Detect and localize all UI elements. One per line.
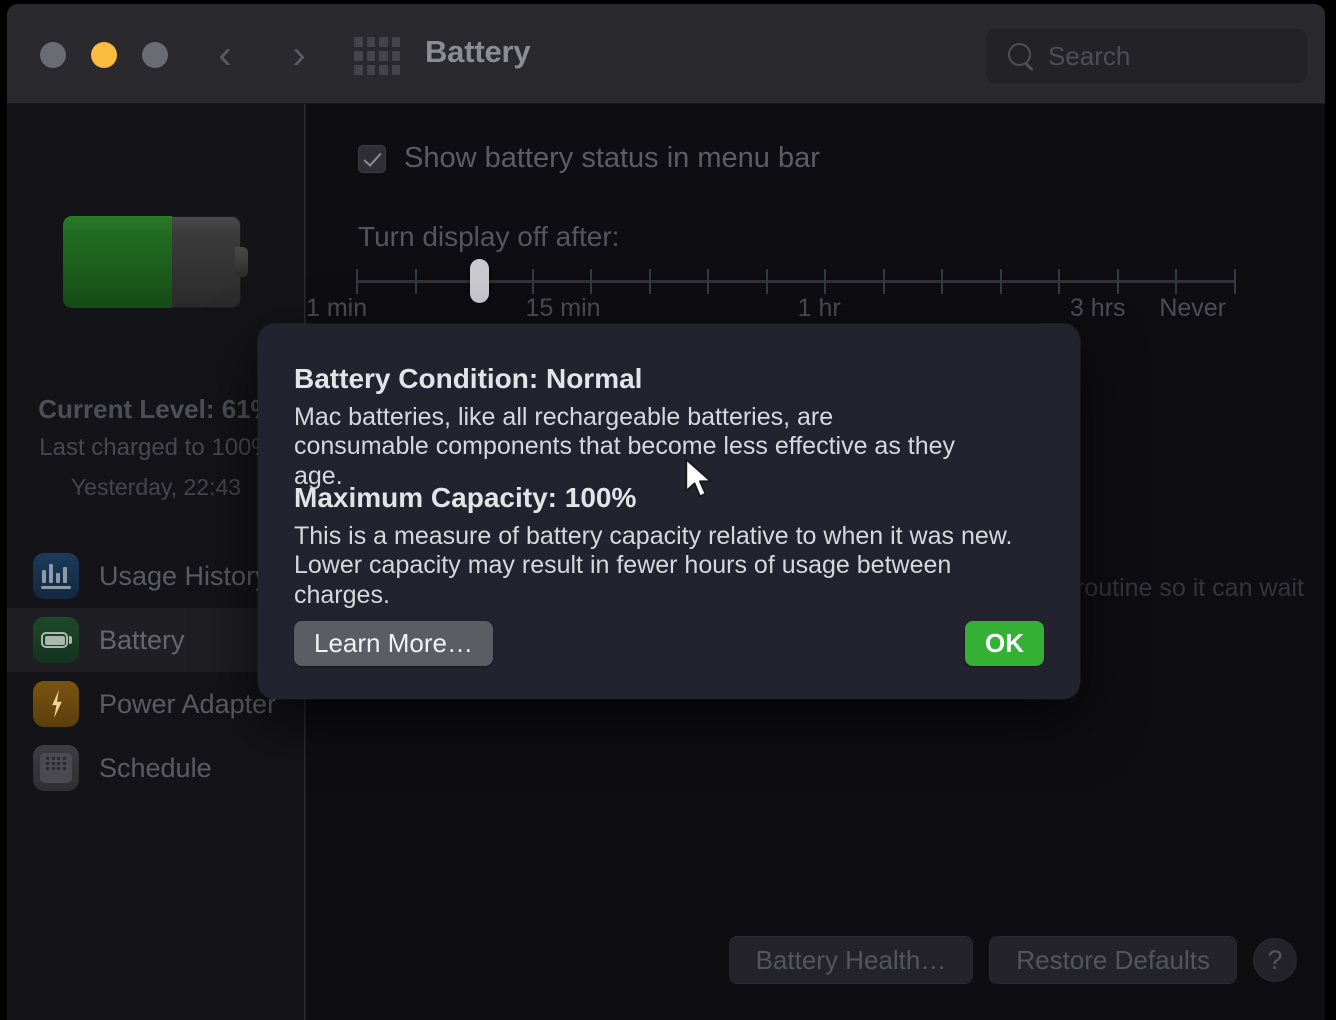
slider-scale-label: 1 min	[306, 294, 368, 322]
sidebar-item-schedule[interactable]: Schedule	[7, 736, 305, 800]
slider-tick	[882, 269, 885, 294]
slider-tick	[414, 269, 417, 294]
forward-icon[interactable]: ›	[277, 32, 321, 80]
battery-body	[63, 216, 241, 308]
battery-terminal	[235, 247, 248, 277]
mouse-cursor	[683, 458, 717, 502]
slider-scale-labels: 1 min 15 min 1 hr 3 hrs Never	[306, 294, 1226, 324]
help-button[interactable]: ?	[1253, 938, 1297, 982]
close-button[interactable]	[40, 42, 66, 68]
slider-scale-label: Never	[1159, 294, 1226, 322]
dialog-heading-capacity: Maximum Capacity: 100%	[294, 482, 637, 513]
slider-tick	[1175, 269, 1178, 294]
battery-health-button[interactable]: Battery Health…	[728, 936, 974, 984]
dialog-body-condition: Mac batteries, like all rechargeable bat…	[294, 403, 956, 490]
battery-condition-dialog: Battery Condition: Normal Mac batteries,…	[258, 324, 1080, 699]
system-preferences-window: ‹ › Battery Search Current Level: 61% La…	[7, 4, 1325, 1020]
slider-tick	[941, 269, 944, 294]
battery-fill	[63, 216, 172, 308]
sidebar-item-label: Usage History	[99, 560, 269, 591]
slider-tick	[1058, 269, 1061, 294]
zoom-button[interactable]	[142, 42, 168, 68]
turn-display-off-label: Turn display off after:	[358, 221, 620, 252]
calendar-icon	[33, 745, 79, 791]
minimize-button[interactable]	[91, 42, 117, 68]
slider-scale-label: 3 hrs	[1069, 294, 1126, 322]
search-placeholder: Search	[1048, 40, 1131, 71]
search-icon	[1006, 41, 1036, 71]
restore-defaults-button[interactable]: Restore Defaults	[989, 936, 1237, 984]
sidebar-item-label: Power Adapter	[99, 688, 277, 719]
learn-more-button[interactable]: Learn More…	[294, 621, 493, 666]
show-battery-status-row[interactable]: Show battery status in menu bar	[358, 142, 820, 175]
dialog-body-capacity: This is a measure of battery capacity re…	[294, 522, 1013, 609]
bolt-icon	[33, 681, 79, 727]
show-battery-status-label: Show battery status in menu bar	[404, 142, 820, 174]
slider-tick	[1234, 269, 1236, 294]
slider-scale-label: 15 min	[525, 294, 601, 322]
footer-buttons: Battery Health… Restore Defaults ?	[728, 936, 1297, 984]
show-all-icon[interactable]	[354, 37, 400, 75]
dialog-heading-condition: Battery Condition: Normal	[294, 363, 643, 394]
slider-tick	[999, 269, 1002, 294]
slider-tick	[707, 269, 710, 294]
sidebar-item-label: Schedule	[99, 752, 212, 783]
page-title: Battery	[425, 34, 531, 69]
slider-tick	[531, 269, 534, 294]
slider-tick	[824, 269, 827, 294]
slider-tick	[356, 269, 358, 294]
bar-chart-icon	[33, 553, 79, 599]
window-titlebar: ‹ › Battery Search	[7, 4, 1325, 104]
slider-tick	[765, 269, 768, 294]
back-icon[interactable]: ‹	[203, 32, 247, 80]
sidebar-item-label: Battery	[99, 624, 185, 655]
ok-button[interactable]: OK	[965, 621, 1044, 666]
show-battery-status-checkbox[interactable]	[358, 144, 386, 173]
search-field[interactable]: Search	[986, 29, 1307, 83]
slider-tick	[648, 269, 651, 294]
slider-tick	[590, 269, 593, 294]
slider-tick	[1116, 269, 1119, 294]
slider-scale-label: 1 hr	[797, 294, 841, 322]
occluded-note: routine so it can wait	[1076, 574, 1304, 602]
screen: ‹ › Battery Search Current Level: 61% La…	[0, 0, 1336, 1020]
traffic-lights	[40, 42, 168, 68]
battery-graphic	[63, 216, 248, 308]
battery-icon	[33, 617, 79, 663]
